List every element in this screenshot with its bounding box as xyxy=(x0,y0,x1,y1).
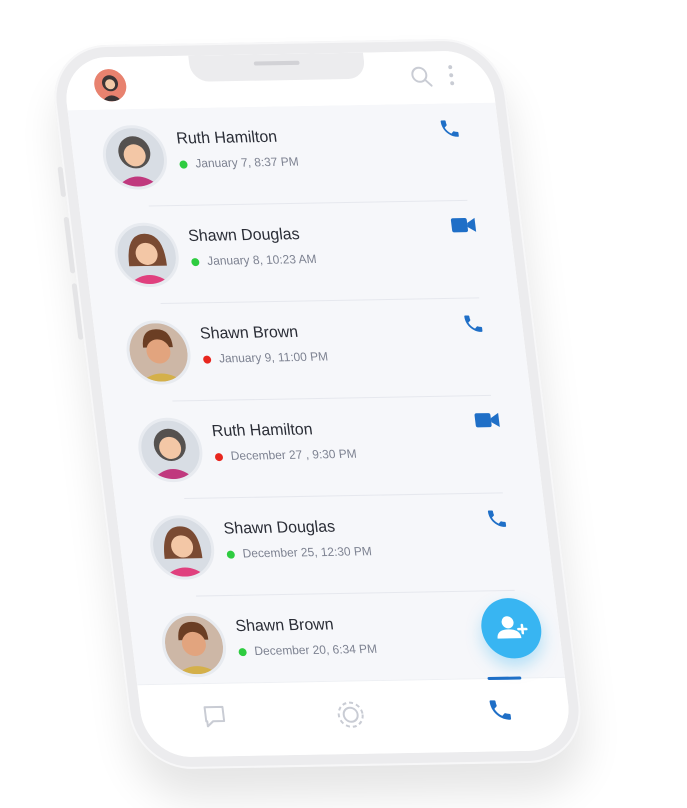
contact-name: Shawn Brown xyxy=(199,323,300,343)
phone-mockup: Ruth Hamilton January 7, 8:37 PM Shawn D… xyxy=(47,38,588,770)
status-dot xyxy=(214,452,224,462)
contact-name: Shawn Brown xyxy=(234,616,335,636)
call-time-text: January 9, 11:00 PM xyxy=(218,349,329,366)
call-time: December 27 , 9:30 PM xyxy=(214,447,357,464)
tab-calls[interactable] xyxy=(486,697,522,730)
call-row[interactable]: Shawn Brown January 9, 11:00 PM xyxy=(91,298,531,403)
speaker xyxy=(253,60,300,66)
call-time-text: December 25, 12:30 PM xyxy=(241,544,373,561)
add-user-icon xyxy=(497,616,528,639)
bottom-nav xyxy=(137,676,574,758)
active-tab-indicator xyxy=(487,676,522,681)
side-button xyxy=(71,283,84,340)
phone-icon[interactable] xyxy=(485,507,513,530)
video-icon[interactable] xyxy=(449,215,477,238)
call-time: December 25, 12:30 PM xyxy=(226,544,373,561)
phone-icon[interactable] xyxy=(461,312,489,335)
call-row[interactable]: Ruth Hamilton January 7, 8:37 PM xyxy=(68,103,508,208)
call-time: December 20, 6:34 PM xyxy=(238,642,378,659)
side-button xyxy=(63,216,76,274)
contact-avatar xyxy=(134,417,207,483)
contact-avatar xyxy=(146,514,218,581)
contact-name: Ruth Hamilton xyxy=(210,421,314,441)
more-vertical-icon[interactable] xyxy=(447,63,456,87)
contact-avatar xyxy=(111,222,183,288)
search-icon[interactable] xyxy=(409,65,434,88)
call-time-text: January 8, 10:23 AM xyxy=(206,251,318,268)
call-row[interactable]: Ruth Hamilton December 27 , 9:30 PM xyxy=(103,395,543,500)
contact-name: Ruth Hamilton xyxy=(175,128,279,148)
call-row[interactable]: Shawn Douglas December 25, 12:30 PM xyxy=(115,493,555,598)
tab-status[interactable] xyxy=(334,699,370,732)
user-avatar-icon[interactable] xyxy=(92,68,129,102)
status-dot xyxy=(190,257,200,267)
status-dot xyxy=(179,160,188,169)
call-time: January 8, 10:23 AM xyxy=(190,252,317,268)
call-time: January 9, 11:00 PM xyxy=(202,349,329,365)
phone-screen: Ruth Hamilton January 7, 8:37 PM Shawn D… xyxy=(61,50,574,758)
call-time-text: December 27 , 9:30 PM xyxy=(229,446,358,463)
video-icon[interactable] xyxy=(473,410,501,433)
status-dot xyxy=(202,355,212,364)
side-button xyxy=(57,166,67,197)
tab-chats[interactable] xyxy=(199,702,235,735)
call-time: January 7, 8:37 PM xyxy=(179,154,300,171)
add-contact-button[interactable] xyxy=(477,597,545,659)
phone-icon[interactable] xyxy=(437,117,465,140)
contact-name: Shawn Douglas xyxy=(222,518,337,538)
call-time-text: January 7, 8:37 PM xyxy=(194,154,300,171)
contact-avatar xyxy=(158,612,230,678)
status-dot xyxy=(226,550,236,559)
call-time-text: December 20, 6:34 PM xyxy=(253,641,378,658)
contact-name: Shawn Douglas xyxy=(187,226,301,246)
notch xyxy=(187,52,366,82)
contact-avatar xyxy=(99,124,171,191)
status-icon xyxy=(337,701,364,728)
status-dot xyxy=(238,647,248,657)
phone-icon xyxy=(489,700,512,720)
chat-icon xyxy=(203,705,226,728)
contact-avatar xyxy=(122,319,195,386)
call-row[interactable]: Shawn Douglas January 8, 10:23 AM xyxy=(79,200,519,305)
